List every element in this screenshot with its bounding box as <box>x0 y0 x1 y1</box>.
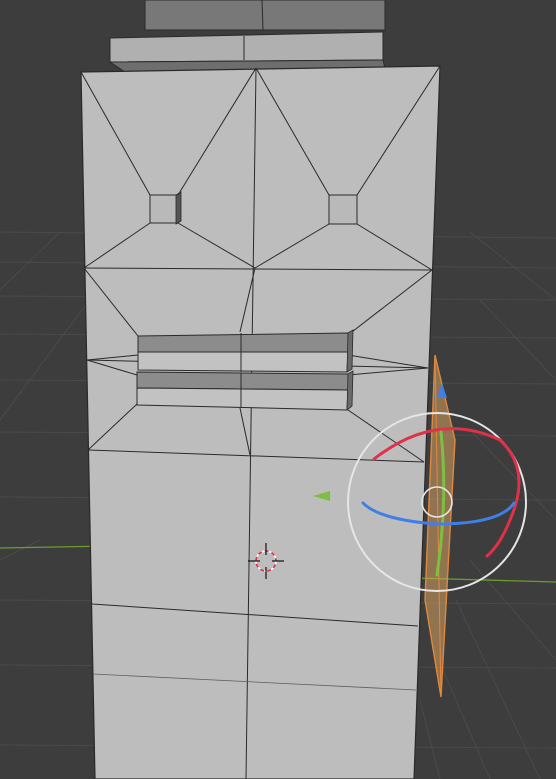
tower-mesh[interactable] <box>80 65 441 779</box>
mouth-bar-bottom[interactable] <box>136 370 354 411</box>
mouth-bar-top[interactable] <box>137 329 354 373</box>
3d-viewport[interactable] <box>0 0 556 779</box>
selected-plane[interactable] <box>424 354 456 698</box>
tower-front-face[interactable] <box>80 65 441 779</box>
window-right[interactable] <box>328 194 358 225</box>
top-block[interactable] <box>108 0 386 73</box>
window-left[interactable] <box>149 194 179 224</box>
